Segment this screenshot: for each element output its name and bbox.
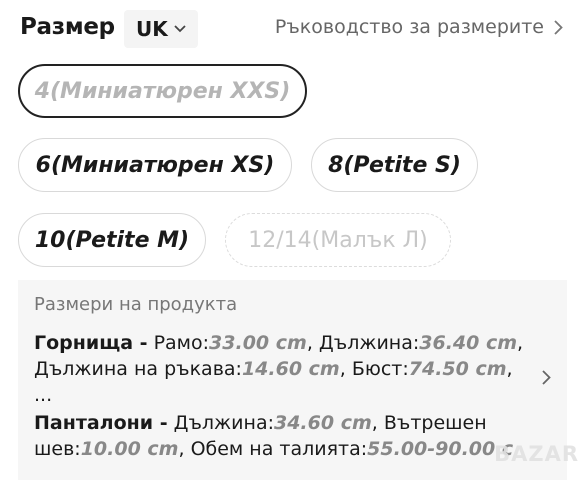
product-sizes-panel[interactable]: Размери на продукта Горнища - Рамо:33.00… <box>18 280 567 480</box>
product-sizes-title: Размери на продукта <box>34 294 238 315</box>
region-selector[interactable]: UK <box>124 10 198 48</box>
size-chip-label: 6(Миниатюрен XS) <box>35 152 275 178</box>
shoulder-value: 33.00 cm <box>209 332 307 354</box>
size-chip-label: 8(Petite S) <box>328 152 461 178</box>
size-guide-link[interactable]: Ръководство за размерите <box>275 16 563 38</box>
size-chip-label: 10(Petite M) <box>34 227 190 253</box>
chevron-right-icon[interactable] <box>542 370 551 385</box>
chevron-right-icon <box>554 19 563 35</box>
chevron-down-icon <box>174 25 186 33</box>
size-chip-10[interactable]: 10(Petite M) <box>18 213 206 267</box>
region-value: UK <box>136 17 168 41</box>
top-measurements: Горнища - Рамо:33.00 cm, Дължина:36.40 c… <box>34 332 524 406</box>
pants-measurements: Панталони - Дължина:34.60 cm, Вътрешен ш… <box>34 412 514 460</box>
size-guide-label: Ръководство за размерите <box>274 16 544 38</box>
bust-value: 74.50 cm <box>408 358 507 380</box>
waist-label: Обем на талията: <box>190 438 368 460</box>
pants-label: Панталони - <box>34 412 168 434</box>
sleeve-label: Дължина на ръкава: <box>34 358 242 380</box>
size-chip-label: 12/14(Малък Л) <box>248 227 428 253</box>
watermark-logo: BAZAR <box>494 442 579 466</box>
truncation-ellipsis: ... <box>34 384 53 406</box>
shoulder-label: Рамо: <box>153 332 210 354</box>
size-chip-4[interactable]: 4(Миниатюрен XXS) <box>18 64 307 118</box>
top-label: Горнища - <box>34 332 148 354</box>
inseam-value: 10.00 cm <box>80 438 179 460</box>
size-title: Размер <box>20 14 115 40</box>
size-chip-12-14: 12/14(Малък Л) <box>225 213 451 267</box>
size-chip-label: 4(Миниатюрен XXS) <box>34 78 291 104</box>
pants-length-label: Дължина: <box>173 412 274 434</box>
length-label: Дължина: <box>318 332 420 354</box>
pants-length-value: 34.60 cm <box>273 412 372 434</box>
sleeve-value: 14.60 cm <box>241 358 340 380</box>
size-chip-6[interactable]: 6(Миниатюрен XS) <box>18 138 292 192</box>
size-header: Размер UK Ръководство за размерите <box>0 0 585 58</box>
waist-value: 55.00-90.00 c <box>367 438 514 460</box>
size-chip-8[interactable]: 8(Petite S) <box>311 138 478 192</box>
length-value: 36.40 cm <box>419 332 518 354</box>
bust-label: Бюст: <box>351 358 409 380</box>
